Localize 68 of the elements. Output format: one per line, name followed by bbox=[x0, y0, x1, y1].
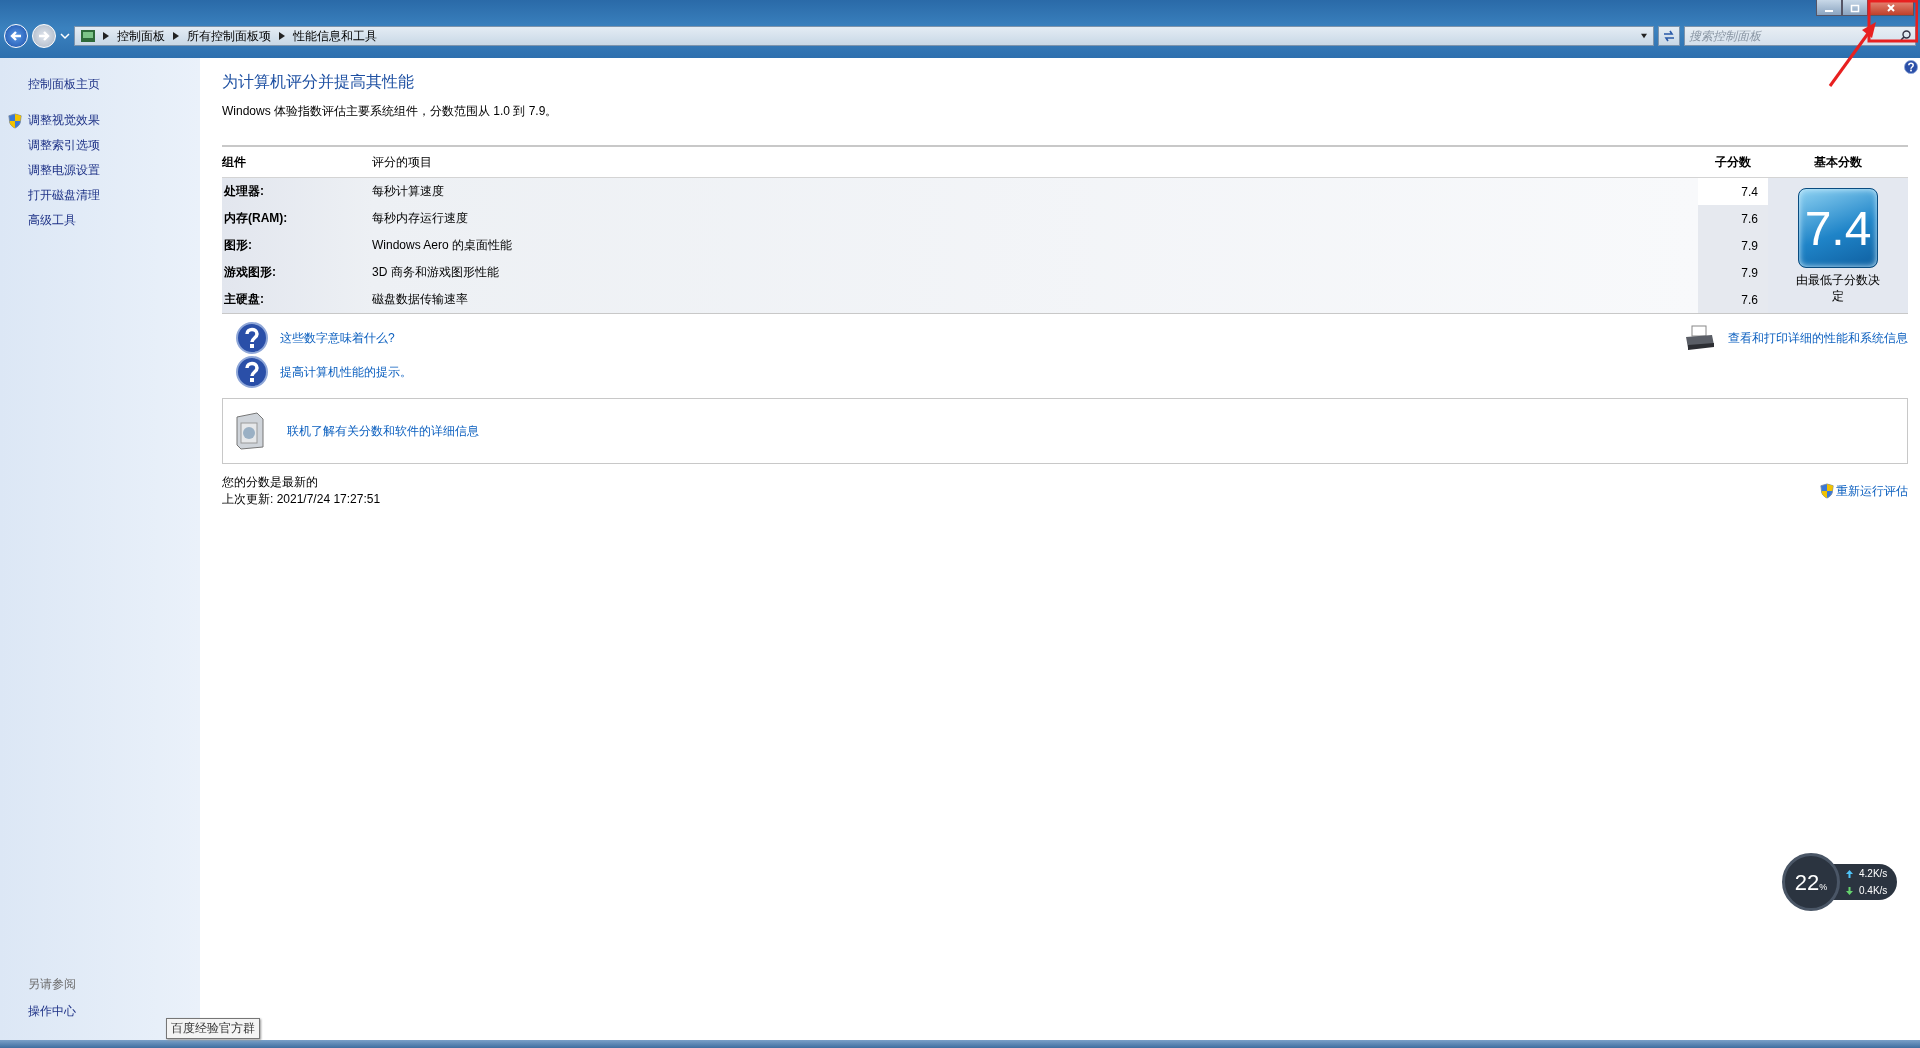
table-cell: 图形: bbox=[222, 232, 372, 259]
chevron-right-icon bbox=[173, 32, 179, 40]
maximize-icon bbox=[1850, 2, 1860, 13]
table-cell: 内存(RAM): bbox=[222, 205, 372, 232]
rerun-assessment-link[interactable]: 重新运行评估 bbox=[1836, 482, 1908, 500]
base-score-badge: 7.4 bbox=[1798, 188, 1878, 268]
annotation-arrow bbox=[1828, 22, 1876, 87]
sidebar-link[interactable]: 控制面板主页 bbox=[28, 76, 100, 93]
cpu-usage-gauge: 22% bbox=[1782, 853, 1840, 911]
sidebar-link[interactable]: 打开磁盘清理 bbox=[28, 187, 100, 204]
address-bar[interactable]: 控制面板 所有控制面板项 性能信息和工具 bbox=[74, 26, 1654, 46]
dropdown-caret-icon[interactable] bbox=[1641, 32, 1647, 40]
table-cell: 3D 商务和游戏图形性能 bbox=[372, 259, 1698, 286]
subscore-cell: 7.9 bbox=[1698, 232, 1768, 259]
question-icon bbox=[236, 322, 268, 354]
subscore-cell: 7.6 bbox=[1698, 286, 1768, 313]
status-text: 您的分数是最新的 bbox=[222, 474, 319, 491]
upload-speed: 4.2K/s bbox=[1859, 868, 1888, 879]
arrow-left-icon bbox=[9, 29, 23, 43]
printer-icon bbox=[1684, 325, 1716, 351]
question-icon bbox=[236, 356, 268, 388]
annotation-frame bbox=[1867, 0, 1918, 43]
table-cell: 游戏图形: bbox=[222, 259, 372, 286]
control-panel-icon bbox=[81, 30, 95, 42]
subscore-cell: 7.6 bbox=[1698, 205, 1768, 232]
breadcrumb[interactable]: 所有控制面板项 bbox=[187, 27, 271, 45]
table-cell: 主硬盘: bbox=[222, 286, 372, 313]
tooltip: 百度经验官方群 bbox=[166, 1018, 260, 1039]
refresh-icon bbox=[1662, 30, 1676, 42]
maximize-button[interactable] bbox=[1842, 0, 1868, 16]
table-cell: 每秒内存运行速度 bbox=[372, 205, 1698, 232]
search-field[interactable]: 搜索控制面板 bbox=[1684, 26, 1916, 46]
refresh-button[interactable] bbox=[1658, 26, 1680, 46]
base-score-caption: 由最低子分数决定 bbox=[1795, 272, 1881, 304]
arrow-down-icon bbox=[1846, 886, 1853, 895]
breadcrumb[interactable]: 性能信息和工具 bbox=[293, 27, 377, 45]
chevron-right-icon bbox=[279, 32, 285, 40]
shield-icon bbox=[1820, 483, 1834, 499]
help-link[interactable]: 提高计算机性能的提示。 bbox=[280, 363, 412, 381]
sidebar-link[interactable]: 调整视觉效果 bbox=[28, 112, 100, 129]
help-link[interactable]: 这些数字意味着什么? bbox=[280, 329, 395, 347]
arrow-up-icon bbox=[1846, 869, 1853, 878]
shield-icon bbox=[8, 112, 22, 129]
see-also-heading: 另请参阅 bbox=[28, 976, 77, 993]
search-icon bbox=[1900, 30, 1911, 41]
online-info-link[interactable]: 联机了解有关分数和软件的详细信息 bbox=[287, 422, 479, 440]
sidebar-link[interactable]: 调整电源设置 bbox=[28, 162, 100, 179]
arrow-right-icon bbox=[37, 29, 51, 43]
description-text: Windows 体验指数评估主要系统组件，分数范围从 1.0 到 7.9。 bbox=[222, 103, 559, 120]
minimize-icon bbox=[1825, 9, 1833, 12]
sidebar-link[interactable]: 操作中心 bbox=[28, 1003, 200, 1020]
page-title: 为计算机评分并提高其性能 bbox=[222, 72, 415, 92]
minimize-button[interactable] bbox=[1816, 0, 1842, 16]
table-cell: 每秒计算速度 bbox=[372, 178, 1698, 205]
download-speed: 0.4K/s bbox=[1859, 885, 1888, 896]
back-button[interactable] bbox=[4, 24, 28, 48]
last-updated-text: 上次更新: 2021/7/24 17:27:51 bbox=[222, 491, 381, 508]
sidebar-link[interactable]: 高级工具 bbox=[28, 212, 76, 229]
subscore-cell: 7.9 bbox=[1698, 259, 1768, 286]
breadcrumb[interactable]: 控制面板 bbox=[117, 27, 165, 45]
print-details-link[interactable]: 查看和打印详细的性能和系统信息 bbox=[1728, 329, 1908, 347]
table-cell: 处理器: bbox=[222, 178, 372, 205]
sidebar-link[interactable]: 调整索引选项 bbox=[28, 137, 100, 154]
close-icon bbox=[1886, 2, 1896, 13]
table-cell: Windows Aero 的桌面性能 bbox=[372, 232, 1698, 259]
table-cell: 磁盘数据传输速率 bbox=[372, 286, 1698, 313]
forward-button[interactable] bbox=[32, 24, 56, 48]
chevron-right-icon bbox=[103, 32, 109, 40]
